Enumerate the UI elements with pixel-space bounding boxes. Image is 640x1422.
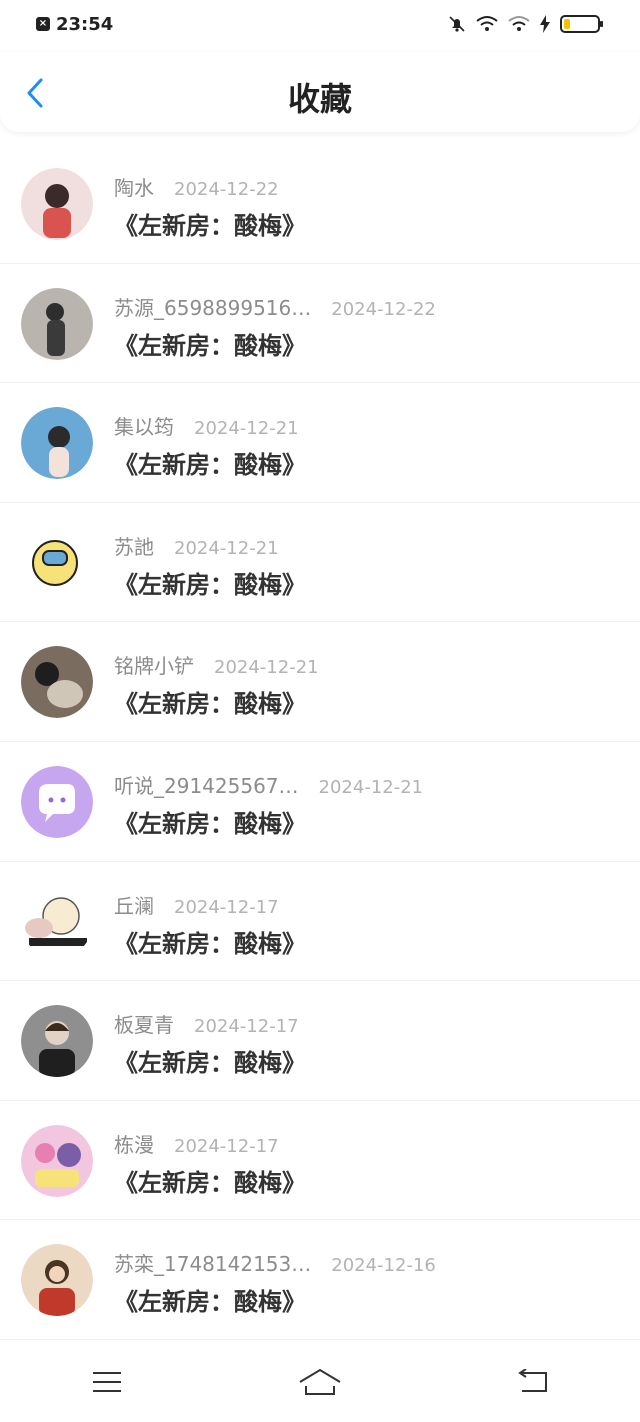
item-meta: 陶水 2024-12-22 bbox=[114, 172, 279, 201]
item-date: 2024-12-21 bbox=[318, 776, 424, 798]
avatar bbox=[21, 287, 93, 360]
item-date: 2024-12-21 bbox=[174, 537, 279, 559]
battery-icon bbox=[560, 15, 603, 33]
list-item[interactable]: 陶水 2024-12-22 《左新房：酸梅》 bbox=[0, 144, 640, 264]
item-meta: 苏栾_1748142153… 2024-12-16 bbox=[114, 1248, 436, 1277]
item-date: 2024-12-17 bbox=[194, 1016, 299, 1038]
item-meta: 铭牌小铲 2024-12-21 bbox=[114, 650, 319, 679]
avatar bbox=[21, 1124, 93, 1197]
item-username: 苏訑 bbox=[114, 534, 154, 559]
status-right bbox=[448, 14, 604, 34]
item-title: 《左新房：酸梅》 bbox=[114, 1168, 306, 1197]
status-time: 23:54 bbox=[56, 13, 114, 35]
item-meta: 板夏青 2024-12-17 bbox=[114, 1009, 299, 1038]
item-meta: 丘澜 2024-12-17 bbox=[114, 890, 279, 919]
menu-icon bbox=[92, 1372, 121, 1392]
avatar bbox=[21, 407, 93, 480]
item-username: 板夏青 bbox=[114, 1013, 174, 1038]
item-username: 栋漫 bbox=[114, 1132, 154, 1157]
item-username: 集以筠 bbox=[114, 415, 174, 440]
avatar bbox=[21, 526, 93, 599]
item-username: 苏源_6598899516… bbox=[114, 295, 312, 320]
mute-bell-icon bbox=[449, 16, 465, 32]
item-meta: 听说_291425567… 2024-12-21 bbox=[114, 770, 423, 799]
item-date: 2024-12-22 bbox=[331, 298, 436, 320]
item-title: 《左新房：酸梅》 bbox=[114, 809, 306, 838]
list-item[interactable]: 苏訑 2024-12-21 《左新房：酸梅》 bbox=[0, 503, 640, 623]
item-date: 2024-12-17 bbox=[174, 1135, 279, 1157]
wifi-icon bbox=[476, 16, 498, 31]
item-username: 苏栾_1748142153… bbox=[114, 1252, 312, 1277]
back-nav-button[interactable] bbox=[508, 1362, 558, 1402]
avatar bbox=[21, 1005, 93, 1078]
list-item[interactable]: 苏栾_1748142153… 2024-12-16 《左新房：酸梅》 bbox=[0, 1220, 640, 1340]
list-item[interactable]: 板夏青 2024-12-17 《左新房：酸梅》 bbox=[0, 981, 640, 1101]
list-item[interactable]: 丘澜 2024-12-17 《左新房：酸梅》 bbox=[0, 862, 640, 982]
item-title: 《左新房：酸梅》 bbox=[114, 212, 306, 240]
avatar bbox=[21, 168, 93, 240]
item-date: 2024-12-17 bbox=[174, 896, 279, 918]
wifi-secondary-icon bbox=[508, 16, 530, 31]
back-icon bbox=[518, 1369, 548, 1392]
item-username: 听说_291425567… bbox=[114, 773, 299, 798]
item-title: 《左新房：酸梅》 bbox=[114, 570, 306, 599]
notification-close-icon: × bbox=[36, 17, 50, 31]
avatar bbox=[21, 765, 93, 838]
item-date: 2024-12-22 bbox=[174, 179, 279, 200]
status-bar: × 23:54 bbox=[0, 0, 640, 48]
avatar bbox=[21, 1244, 93, 1317]
item-meta: 苏訑 2024-12-21 bbox=[114, 531, 279, 560]
item-meta: 苏源_6598899516… 2024-12-22 bbox=[114, 292, 436, 321]
header: 收藏 bbox=[0, 52, 640, 132]
item-username: 铭牌小铲 bbox=[114, 654, 194, 679]
list-item[interactable]: 苏源_6598899516… 2024-12-22 《左新房：酸梅》 bbox=[0, 264, 640, 384]
list-item[interactable]: 听说_291425567… 2024-12-21 《左新房：酸梅》 bbox=[0, 742, 640, 862]
avatar bbox=[21, 646, 93, 719]
item-title: 《左新房：酸梅》 bbox=[114, 331, 306, 360]
item-date: 2024-12-21 bbox=[194, 418, 299, 440]
list-item[interactable]: 集以筠 2024-12-21 《左新房：酸梅》 bbox=[0, 383, 640, 503]
item-title: 《左新房：酸梅》 bbox=[114, 1288, 306, 1317]
page-title: 收藏 bbox=[287, 80, 352, 118]
item-title: 《左新房：酸梅》 bbox=[114, 929, 306, 958]
item-title: 《左新房：酸梅》 bbox=[114, 690, 306, 719]
status-left: × 23:54 bbox=[36, 14, 113, 35]
item-date: 2024-12-21 bbox=[214, 657, 319, 679]
list-item[interactable]: 栋漫 2024-12-17 《左新房：酸梅》 bbox=[0, 1101, 640, 1221]
item-username: 丘澜 bbox=[114, 893, 154, 918]
menu-button[interactable] bbox=[82, 1362, 132, 1402]
item-title: 《左新房：酸梅》 bbox=[114, 1049, 306, 1078]
home-button[interactable] bbox=[295, 1362, 345, 1402]
avatar bbox=[21, 885, 93, 958]
list-item[interactable]: 铭牌小铲 2024-12-21 《左新房：酸梅》 bbox=[0, 622, 640, 742]
item-meta: 栋漫 2024-12-17 bbox=[114, 1129, 279, 1158]
system-nav-bar bbox=[0, 1342, 640, 1422]
favorites-list: 陶水 2024-12-22 《左新房：酸梅》 苏源_6598899516… 2024… bbox=[0, 144, 640, 1340]
item-date: 2024-12-16 bbox=[331, 1255, 436, 1277]
item-username: 陶水 bbox=[114, 176, 154, 200]
item-title: 《左新房：酸梅》 bbox=[114, 451, 306, 480]
home-icon bbox=[299, 1368, 341, 1395]
charging-bolt-icon bbox=[540, 15, 550, 33]
item-meta: 集以筠 2024-12-21 bbox=[114, 411, 299, 440]
